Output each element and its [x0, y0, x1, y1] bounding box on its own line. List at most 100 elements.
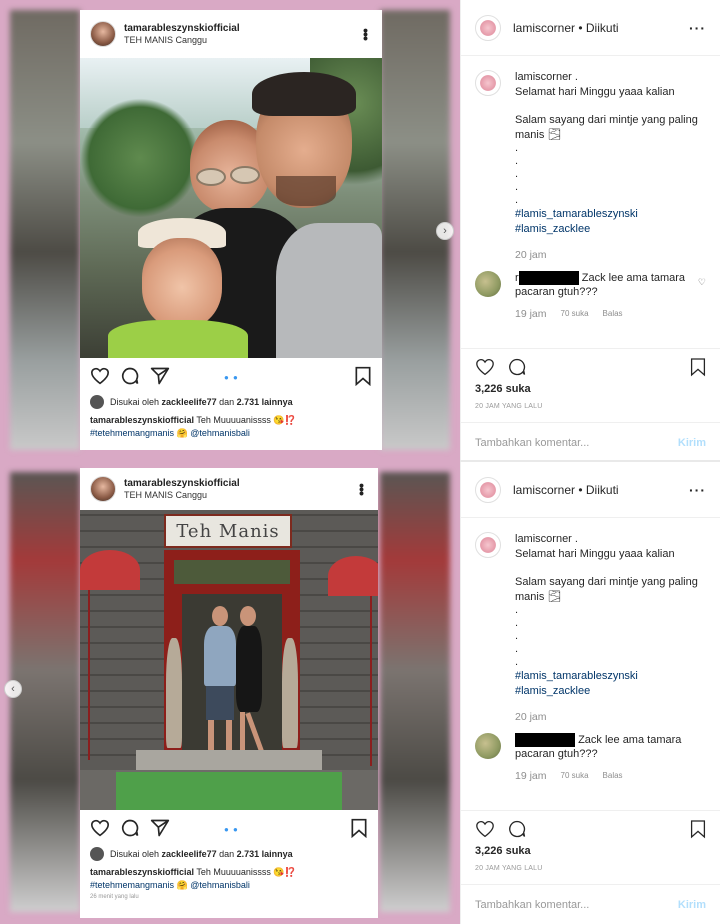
- reply-button[interactable]: Balas: [603, 309, 623, 318]
- screenshot-left-2: tamarableszynskiofficial TEH MANIS Cangg…: [0, 462, 460, 924]
- comment-icon[interactable]: [507, 357, 527, 377]
- post-time: 26 menit yang lalu: [90, 894, 139, 900]
- bookmark-icon[interactable]: [350, 818, 368, 838]
- like-count[interactable]: 3,226 suka: [475, 845, 706, 857]
- post-username[interactable]: lamiscorner: [513, 21, 575, 35]
- comment-icon[interactable]: [120, 818, 140, 838]
- instagram-post-1: tamarableszynskiofficial TEH MANIS Cangg…: [80, 10, 382, 450]
- post-location[interactable]: TEH MANIS Canggu: [124, 490, 356, 500]
- post-text-line1: Selamat hari Minggu yaaa kalian: [515, 85, 675, 98]
- post-time: 20 jam: [515, 711, 547, 723]
- comment-icon[interactable]: [507, 819, 527, 839]
- send-button[interactable]: Kirim: [678, 437, 706, 449]
- more-icon[interactable]: •••: [358, 28, 374, 40]
- post-username[interactable]: lamiscorner: [513, 483, 575, 497]
- caption-username[interactable]: tamarableszynskiofficial: [90, 415, 194, 425]
- post-date: 20 JAM YANG LALU: [475, 403, 543, 410]
- instagram-post-2: tamarableszynskiofficial TEH MANIS Cangg…: [80, 468, 378, 918]
- post-text-line1: Selamat hari Minggu yaaa kalian: [515, 547, 675, 560]
- carousel-indicator: ● ●: [224, 825, 239, 834]
- avatar[interactable]: [90, 21, 116, 47]
- like-count[interactable]: 3,226 suka: [475, 383, 706, 395]
- post-actions: 3,226 suka 20 JAM YANG LALU: [461, 348, 720, 410]
- bookmark-icon[interactable]: [690, 357, 706, 377]
- post-caption: tamarableszynskiofficial Teh Muuuuanisss…: [80, 410, 382, 440]
- caption-text: Teh Muuuuanissss 😘⁉️: [196, 867, 296, 877]
- screenshot-right-1: lamiscorner • Diikuti ··· lamiscorner . …: [460, 0, 720, 462]
- avatar[interactable]: [475, 70, 501, 96]
- bookmark-icon[interactable]: [690, 819, 706, 839]
- liked-by-user[interactable]: zackleelife77: [162, 849, 217, 859]
- caption-username[interactable]: tamarableszynskiofficial: [90, 867, 194, 877]
- post-author[interactable]: lamiscorner .: [515, 70, 706, 85]
- liked-by: Disukai oleh zackleelife77 dan 2.731 lai…: [80, 846, 378, 862]
- caption-tags[interactable]: #tetehmemangmanis 🤗 @tehmanisbali: [90, 428, 250, 438]
- heart-icon[interactable]: [475, 358, 495, 376]
- post-header: tamarableszynskiofficial TEH MANIS Cangg…: [80, 10, 382, 58]
- panel-2: tamarableszynskiofficial TEH MANIS Cangg…: [0, 462, 720, 924]
- post-photo[interactable]: [80, 58, 382, 358]
- comment-meta: 19 jam 70 suka Balas: [515, 769, 623, 782]
- more-icon[interactable]: ···: [689, 20, 706, 36]
- blurred-prev-image: [10, 10, 80, 450]
- post-header: lamiscorner • Diikuti ···: [461, 462, 720, 518]
- post-header: tamarableszynskiofficial TEH MANIS Cangg…: [80, 468, 378, 510]
- hashtag[interactable]: #lamis_zacklee: [515, 684, 706, 699]
- screenshot-right-2: lamiscorner • Diikuti ··· lamiscorner . …: [460, 462, 720, 924]
- comment-input[interactable]: Tambahkan komentar...: [475, 437, 589, 449]
- liked-by-count[interactable]: 2.731 lainnya: [237, 849, 293, 859]
- comment-likes[interactable]: 70 suka: [561, 771, 589, 780]
- more-icon[interactable]: •••: [354, 483, 370, 495]
- heart-icon[interactable]: [475, 820, 495, 838]
- comment-icon[interactable]: [120, 366, 140, 386]
- share-icon[interactable]: [150, 366, 170, 386]
- comment-input[interactable]: Tambahkan komentar...: [475, 899, 589, 911]
- redaction-bar: [515, 732, 575, 747]
- post-location[interactable]: TEH MANIS Canggu: [124, 35, 360, 45]
- avatar[interactable]: [475, 270, 501, 297]
- add-comment-bar: Tambahkan komentar... Kirim: [461, 422, 720, 462]
- hashtag[interactable]: #lamis_tamarableszynski: [515, 669, 706, 684]
- avatar[interactable]: [90, 476, 116, 502]
- caption-tags[interactable]: #tetehmemangmanis 🤗 @tehmanisbali: [90, 880, 250, 890]
- liked-by-count[interactable]: 2.731 lainnya: [237, 397, 293, 407]
- comment: r Zack lee ama tamara pacaran gtuh??? ♡: [475, 270, 706, 300]
- hashtag[interactable]: #lamis_zacklee: [515, 222, 706, 237]
- panel-1: tamarableszynskiofficial TEH MANIS Cangg…: [0, 0, 720, 462]
- more-icon[interactable]: ···: [689, 482, 706, 498]
- heart-icon[interactable]: [90, 819, 110, 837]
- post-dots: . . . . .: [515, 604, 519, 668]
- comment-meta: 19 jam 70 suka Balas: [515, 307, 623, 320]
- avatar[interactable]: [475, 476, 501, 503]
- liked-by-user[interactable]: zackleelife77: [162, 397, 217, 407]
- caption-text: Teh Muuuuanissss 😘⁉️: [196, 415, 296, 425]
- follow-state[interactable]: • Diikuti: [578, 21, 618, 35]
- post-photo[interactable]: Teh Manis: [80, 510, 378, 810]
- shop-sign: Teh Manis: [164, 514, 292, 548]
- reply-button[interactable]: Balas: [603, 771, 623, 780]
- follow-state[interactable]: • Diikuti: [578, 483, 618, 497]
- share-icon[interactable]: [150, 818, 170, 838]
- hashtag[interactable]: #lamis_tamarableszynski: [515, 207, 706, 222]
- comment-likes[interactable]: 70 suka: [561, 309, 589, 318]
- add-comment-bar: Tambahkan komentar... Kirim: [461, 884, 720, 924]
- post-header: lamiscorner • Diikuti ···: [461, 0, 720, 56]
- bookmark-icon[interactable]: [354, 366, 372, 386]
- chevron-right-icon[interactable]: ›: [436, 222, 454, 240]
- chevron-left-icon[interactable]: ‹: [4, 680, 22, 698]
- post-username[interactable]: tamarableszynskiofficial: [124, 478, 356, 489]
- heart-icon[interactable]: [90, 367, 110, 385]
- avatar[interactable]: [475, 732, 501, 759]
- post-time: 20 jam: [515, 249, 547, 261]
- send-button[interactable]: Kirim: [678, 899, 706, 911]
- screenshot-left-1: tamarableszynskiofficial TEH MANIS Cangg…: [0, 0, 460, 462]
- avatar: [90, 847, 104, 861]
- post-author[interactable]: lamiscorner .: [515, 532, 706, 547]
- liked-by: Disukai oleh zackleelife77 dan 2.731 lai…: [80, 394, 382, 410]
- avatar[interactable]: [475, 532, 501, 558]
- heart-icon[interactable]: ♡: [698, 277, 706, 288]
- post-username[interactable]: tamarableszynskiofficial: [124, 23, 360, 34]
- avatar: [90, 395, 104, 409]
- avatar[interactable]: [475, 14, 501, 41]
- post-date: 20 JAM YANG LALU: [475, 865, 543, 872]
